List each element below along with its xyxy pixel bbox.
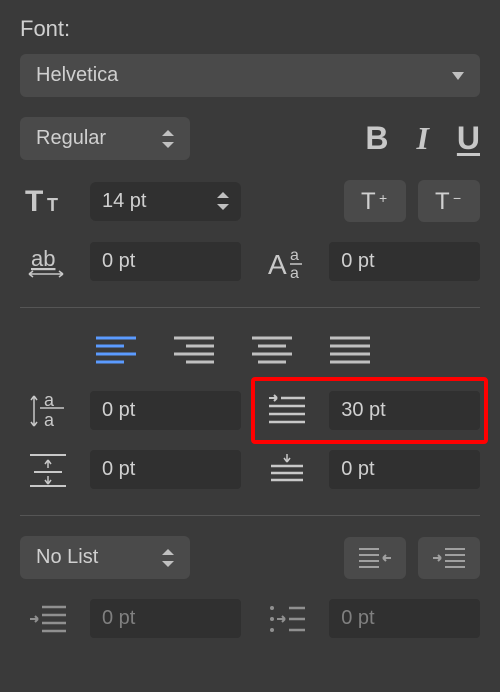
baseline-shift-icon: Aaa (259, 244, 315, 280)
tracking-icon: ab (20, 244, 76, 280)
space-after-icon (259, 452, 315, 488)
svg-text:a: a (44, 410, 55, 430)
tracking-input[interactable]: 0 pt (90, 242, 241, 281)
list-number-indent-icon (259, 602, 315, 636)
indent-list-button[interactable] (418, 537, 480, 579)
space-before-input[interactable]: 0 pt (90, 450, 241, 489)
decrease-size-button[interactable]: T− (418, 180, 480, 222)
svg-text:−: − (453, 190, 461, 206)
svg-text:T: T (435, 188, 450, 215)
svg-text:A: A (268, 249, 287, 280)
list-number-indent-input[interactable]: 0 pt (329, 599, 480, 638)
baseline-input[interactable]: 0 pt (329, 242, 480, 281)
svg-text:T: T (361, 188, 376, 215)
chevron-updown-icon (162, 549, 174, 567)
font-weight-dropdown[interactable]: Regular (20, 117, 190, 160)
bold-button[interactable]: B (365, 120, 388, 157)
font-size-value: 14 pt (102, 190, 146, 213)
list-text-indent-input[interactable]: 0 pt (90, 599, 241, 638)
list-text-indent-icon (20, 602, 76, 636)
line-spacing-icon: aa (20, 390, 76, 430)
section-divider (20, 307, 480, 308)
svg-text:a: a (44, 390, 55, 410)
chevron-down-icon (452, 72, 464, 80)
underline-button[interactable]: U (457, 120, 480, 157)
svg-text:+: + (379, 190, 387, 206)
svg-text:T: T (47, 195, 58, 215)
line-spacing-input[interactable]: 0 pt (90, 391, 241, 430)
first-line-indent-input[interactable]: 30 pt (329, 391, 480, 430)
svg-text:a: a (290, 265, 299, 280)
font-weight-value: Regular (36, 127, 106, 150)
list-style-value: No List (36, 546, 98, 569)
outdent-list-button[interactable] (344, 537, 406, 579)
list-style-dropdown[interactable]: No List (20, 536, 190, 579)
align-left-button[interactable] (96, 334, 136, 366)
align-right-button[interactable] (174, 334, 214, 366)
italic-button[interactable]: I (416, 120, 428, 157)
chevron-updown-icon (217, 192, 229, 210)
align-center-button[interactable] (252, 334, 292, 366)
font-family-dropdown[interactable]: Helvetica (20, 54, 480, 97)
space-before-icon (20, 452, 76, 488)
align-justify-button[interactable] (330, 334, 370, 366)
font-family-value: Helvetica (36, 64, 118, 87)
font-size-dropdown[interactable]: 14 pt (90, 182, 241, 221)
svg-text:ab: ab (31, 246, 55, 271)
font-size-icon: TT (20, 185, 76, 217)
svg-text:T: T (25, 185, 43, 217)
chevron-updown-icon (162, 130, 174, 148)
first-line-indent-icon (259, 393, 315, 427)
increase-size-button[interactable]: T+ (344, 180, 406, 222)
section-divider (20, 515, 480, 516)
space-after-input[interactable]: 0 pt (329, 450, 480, 489)
font-section-label: Font: (20, 16, 480, 42)
svg-text:a: a (290, 247, 299, 264)
